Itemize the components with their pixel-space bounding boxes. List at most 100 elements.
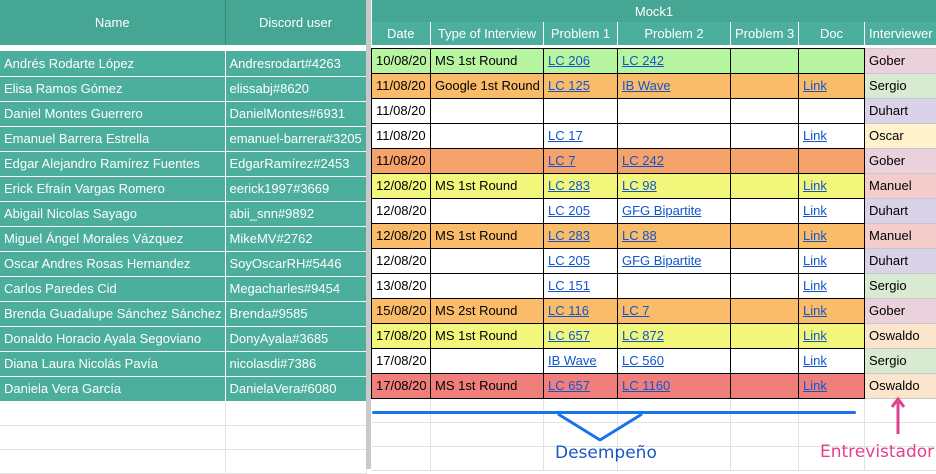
participant-discord-cell[interactable]: DanielaVera#6080 (225, 376, 366, 401)
empty-cell[interactable] (431, 446, 544, 470)
problem-1-cell[interactable]: LC 657 (544, 323, 618, 348)
header-type-of-interview[interactable]: Type of Interview (431, 22, 544, 45)
participant-discord-cell[interactable]: Andresrodart#4263 (225, 51, 366, 76)
header-name[interactable]: Name (0, 0, 225, 45)
problem-link[interactable]: LC 7 (548, 153, 575, 168)
problem-2-cell[interactable]: GFG Bipartite (618, 248, 731, 273)
problem-1-cell[interactable]: LC 206 (544, 48, 618, 73)
doc-link[interactable]: Link (803, 128, 827, 143)
problem-3-cell[interactable] (731, 198, 799, 223)
doc-link[interactable]: Link (803, 253, 827, 268)
problem-link[interactable]: IB Wave (622, 78, 671, 93)
problem-link[interactable]: LC 7 (622, 303, 649, 318)
problem-2-cell[interactable]: LC 88 (618, 223, 731, 248)
problem-2-cell[interactable] (618, 123, 731, 148)
interviewer-cell[interactable]: Duhart (865, 98, 936, 123)
participant-discord-cell[interactable]: EdgarRamírez#2453 (225, 151, 366, 176)
date-cell[interactable]: 17/08/20 (372, 323, 431, 348)
empty-cell[interactable] (372, 446, 431, 470)
date-cell[interactable]: 12/08/20 (372, 198, 431, 223)
doc-link[interactable]: Link (803, 378, 827, 393)
participant-name-cell[interactable]: Diana Laura Nicolás Pavía (0, 351, 225, 376)
type-of-interview-cell[interactable] (431, 148, 544, 173)
empty-cell[interactable] (431, 398, 544, 422)
problem-3-cell[interactable] (731, 298, 799, 323)
participant-discord-cell[interactable]: abii_snn#9892 (225, 201, 366, 226)
empty-cell[interactable] (799, 398, 865, 422)
doc-cell[interactable]: Link (799, 348, 865, 373)
date-cell[interactable]: 11/08/20 (372, 98, 431, 123)
date-cell[interactable]: 12/08/20 (372, 248, 431, 273)
participant-name-cell[interactable]: Miguel Ángel Morales Vázquez (0, 226, 225, 251)
empty-cell[interactable] (0, 425, 225, 449)
interviewer-cell[interactable]: Oswaldo (865, 373, 936, 398)
problem-2-cell[interactable]: LC 98 (618, 173, 731, 198)
participant-name-cell[interactable]: Elisa Ramos Gómez (0, 76, 225, 101)
problem-3-cell[interactable] (731, 273, 799, 298)
empty-cell[interactable] (0, 449, 225, 473)
problem-1-cell[interactable]: LC 205 (544, 248, 618, 273)
empty-cell[interactable] (731, 422, 799, 446)
participant-name-cell[interactable]: Abigail Nicolas Sayago (0, 201, 225, 226)
problem-link[interactable]: LC 657 (548, 378, 590, 393)
problem-3-cell[interactable] (731, 373, 799, 398)
problem-2-cell[interactable] (618, 273, 731, 298)
doc-cell[interactable]: Link (799, 73, 865, 98)
problem-2-cell[interactable]: LC 1160 (618, 373, 731, 398)
participant-discord-cell[interactable]: elissabj#8620 (225, 76, 366, 101)
interviewer-cell[interactable]: Sergio (865, 273, 936, 298)
problem-1-cell[interactable]: IB Wave (544, 348, 618, 373)
type-of-interview-cell[interactable]: MS 1st Round (431, 173, 544, 198)
problem-link[interactable]: LC 283 (548, 228, 590, 243)
problem-3-cell[interactable] (731, 148, 799, 173)
doc-cell[interactable]: Link (799, 323, 865, 348)
problem-link[interactable]: IB Wave (548, 353, 597, 368)
participant-discord-cell[interactable]: eerick1997#3669 (225, 176, 366, 201)
problem-3-cell[interactable] (731, 98, 799, 123)
problem-link[interactable]: GFG Bipartite (622, 203, 701, 218)
problem-link[interactable]: LC 560 (622, 353, 664, 368)
problem-1-cell[interactable]: LC 283 (544, 223, 618, 248)
doc-cell[interactable]: Link (799, 123, 865, 148)
problem-1-cell[interactable]: LC 151 (544, 273, 618, 298)
date-cell[interactable]: 12/08/20 (372, 223, 431, 248)
doc-cell[interactable]: Link (799, 273, 865, 298)
empty-cell[interactable] (225, 401, 366, 425)
empty-cell[interactable] (731, 398, 799, 422)
problem-link[interactable]: LC 242 (622, 153, 664, 168)
date-cell[interactable]: 15/08/20 (372, 298, 431, 323)
doc-cell[interactable]: Link (799, 173, 865, 198)
doc-cell[interactable] (799, 148, 865, 173)
participant-name-cell[interactable]: Erick Efraín Vargas Romero (0, 176, 225, 201)
problem-link[interactable]: LC 98 (622, 178, 657, 193)
problem-link[interactable]: LC 151 (548, 278, 590, 293)
problem-link[interactable]: LC 283 (548, 178, 590, 193)
interviewer-cell[interactable]: Oscar (865, 123, 936, 148)
participant-name-cell[interactable]: Daniela Vera García (0, 376, 225, 401)
type-of-interview-cell[interactable]: MS 1st Round (431, 373, 544, 398)
problem-link[interactable]: LC 872 (622, 328, 664, 343)
header-discord-user[interactable]: Discord user (225, 0, 366, 45)
date-cell[interactable]: 12/08/20 (372, 173, 431, 198)
problem-2-cell[interactable] (618, 98, 731, 123)
header-problem-1[interactable]: Problem 1 (544, 22, 618, 45)
header-interviewer[interactable]: Interviewer (865, 22, 936, 45)
problem-1-cell[interactable]: LC 657 (544, 373, 618, 398)
participant-discord-cell[interactable]: Brenda#9585 (225, 301, 366, 326)
type-of-interview-cell[interactable]: MS 1st Round (431, 223, 544, 248)
problem-3-cell[interactable] (731, 48, 799, 73)
problem-3-cell[interactable] (731, 323, 799, 348)
problem-1-cell[interactable]: LC 17 (544, 123, 618, 148)
problem-3-cell[interactable] (731, 73, 799, 98)
problem-1-cell[interactable]: LC 205 (544, 198, 618, 223)
interviewer-cell[interactable]: Gober (865, 298, 936, 323)
date-cell[interactable]: 17/08/20 (372, 348, 431, 373)
problem-link[interactable]: LC 205 (548, 253, 590, 268)
mock1-title[interactable]: Mock1 (372, 0, 936, 22)
empty-cell[interactable] (225, 425, 366, 449)
participant-name-cell[interactable]: Carlos Paredes Cid (0, 276, 225, 301)
doc-cell[interactable] (799, 48, 865, 73)
participant-discord-cell[interactable]: DanielMontes#6931 (225, 101, 366, 126)
interviewer-cell[interactable]: Oswaldo (865, 323, 936, 348)
participant-discord-cell[interactable]: nicolasdi#7386 (225, 351, 366, 376)
